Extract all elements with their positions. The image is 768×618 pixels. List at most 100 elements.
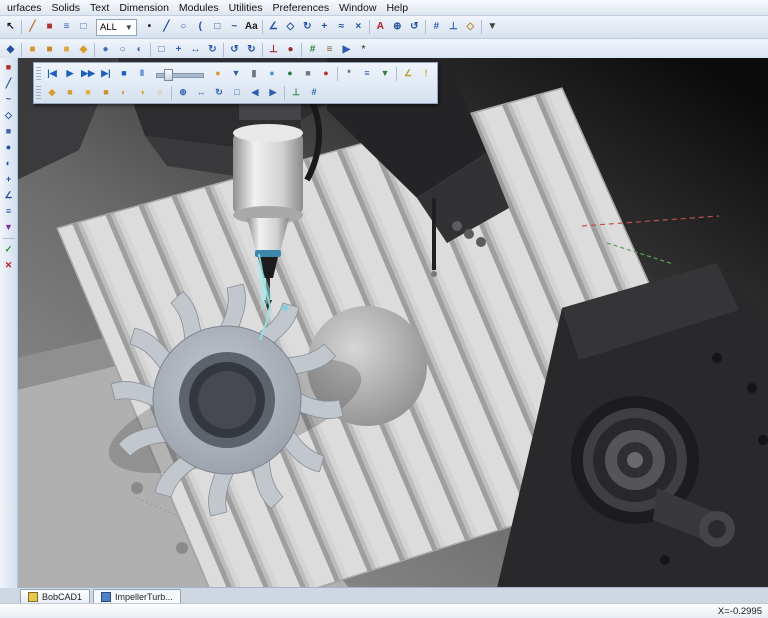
origin-button[interactable]: ● <box>282 42 299 59</box>
menu-item-window[interactable]: Window <box>334 2 381 14</box>
dimension-button[interactable]: ∠ <box>265 19 282 36</box>
view-side-button[interactable]: ■ <box>58 42 75 59</box>
curves-button[interactable]: ~ <box>1 92 16 107</box>
sketch-mode-button[interactable]: ╱ <box>1 76 16 91</box>
menu-item-modules[interactable]: Modules <box>174 2 224 14</box>
pause-button[interactable]: ‖ <box>133 66 151 82</box>
step-forward-button[interactable]: ▶| <box>97 66 115 82</box>
view-cube-button[interactable]: ◇ <box>462 19 479 36</box>
section-y-button[interactable]: ◑ <box>133 85 151 101</box>
rotate-3d-button[interactable]: ↻ <box>204 42 221 59</box>
drag-handle[interactable] <box>36 66 41 81</box>
transform-button[interactable]: + <box>1 172 16 187</box>
zoom-in-button[interactable]: ⊕ <box>389 19 406 36</box>
entity-filter-dropdown[interactable]: ALL ▼ <box>96 18 137 36</box>
iso-view-cube-button[interactable]: ◆ <box>43 85 61 101</box>
fast-forward-button[interactable]: ▶▶ <box>79 66 97 82</box>
wireframe-mode-button[interactable]: ○ <box>114 42 131 59</box>
color-swatch-button[interactable]: ■ <box>41 19 58 36</box>
rotate-button[interactable]: ↻ <box>299 19 316 36</box>
menu-item-dimension[interactable]: Dimension <box>114 2 174 14</box>
post-process-button[interactable]: ▶ <box>338 42 355 59</box>
shaded-mode-button[interactable]: ● <box>97 42 114 59</box>
cancel-button[interactable]: ✕ <box>1 258 16 273</box>
section-off-button[interactable]: ○ <box>151 85 169 101</box>
sim-pan-button[interactable]: ↔ <box>192 85 210 101</box>
zoom-fit-button[interactable]: □ <box>153 42 170 59</box>
play-button[interactable]: ▶ <box>61 66 79 82</box>
drag-handle[interactable] <box>36 85 41 100</box>
simulation-speed-slider[interactable] <box>156 68 204 81</box>
toolpath-button[interactable]: ▼ <box>1 220 16 235</box>
line-style-button[interactable]: ≡ <box>58 19 75 36</box>
line-button[interactable]: ╱ <box>158 19 175 36</box>
menu-item-help[interactable]: Help <box>381 2 413 14</box>
text-button[interactable]: Aa <box>243 19 260 36</box>
surfaces-button[interactable]: ◇ <box>1 108 16 123</box>
front-view-cube-button[interactable]: ■ <box>61 85 79 101</box>
mirror-button[interactable]: ◇ <box>282 19 299 36</box>
offset-button[interactable]: ≈ <box>333 19 350 36</box>
translate-button[interactable]: + <box>316 19 333 36</box>
sim-axes-button[interactable]: ⊥ <box>287 85 305 101</box>
next-operation-button[interactable]: ▶ <box>264 85 282 101</box>
stock-wizard-button[interactable]: # <box>304 42 321 59</box>
show-tool-button[interactable]: ▼ <box>227 66 245 82</box>
settings-gear-button[interactable]: * <box>355 42 372 59</box>
menu-item-surfaces[interactable]: urfaces <box>2 2 46 14</box>
machine-housing-button[interactable]: ■ <box>299 66 317 82</box>
select-arrow-button[interactable]: ↖ <box>2 19 19 36</box>
more-options-button[interactable]: ▼ <box>484 19 501 36</box>
zoom-window-button[interactable]: + <box>170 42 187 59</box>
side-view-cube-button[interactable]: ■ <box>97 85 115 101</box>
trim-button[interactable]: × <box>350 19 367 36</box>
layers-button[interactable]: □ <box>75 19 92 36</box>
workspace-button[interactable]: ■ <box>1 60 16 75</box>
section-x-button[interactable]: ◐ <box>115 85 133 101</box>
spline-button[interactable]: ~ <box>226 19 243 36</box>
machine-setup-button[interactable]: ≡ <box>321 42 338 59</box>
menu-item-text[interactable]: Text <box>85 2 114 14</box>
circle-button[interactable]: ○ <box>175 19 192 36</box>
snap-magnet-button[interactable]: A <box>372 19 389 36</box>
menu-item-preferences[interactable]: Preferences <box>267 2 334 14</box>
rotate-view-button[interactable]: ↺ <box>406 19 423 36</box>
ok-accept-button[interactable]: ✓ <box>1 242 16 257</box>
sim-settings-gear-button[interactable]: * <box>340 66 358 82</box>
hidden-line-button[interactable]: ◐ <box>131 42 148 59</box>
undo-button[interactable]: ↺ <box>226 42 243 59</box>
menu-item-utilities[interactable]: Utilities <box>224 2 268 14</box>
boolean-button[interactable]: ◐ <box>1 156 16 171</box>
save-stock-button[interactable]: ▼ <box>376 66 394 82</box>
layers-panel-button[interactable]: ≡ <box>1 204 16 219</box>
view-top-button[interactable]: ■ <box>24 42 41 59</box>
tab-bobcad1[interactable]: BobCAD1 <box>20 589 91 604</box>
sim-zoom-button[interactable]: ⊕ <box>174 85 192 101</box>
axes-button[interactable]: ⊥ <box>445 19 462 36</box>
collision-check-button[interactable]: ● <box>317 66 335 82</box>
view-iso-button[interactable]: ◆ <box>75 42 92 59</box>
menu-item-solids[interactable]: Solids <box>46 2 85 14</box>
go-to-start-button[interactable]: |◀ <box>43 66 61 82</box>
snap-settings-button[interactable]: ◆ <box>2 42 19 59</box>
rectangle-button[interactable]: □ <box>209 19 226 36</box>
view-front-button[interactable]: ■ <box>41 42 58 59</box>
stop-button[interactable]: ■ <box>115 66 133 82</box>
stock-display-button[interactable]: ● <box>263 66 281 82</box>
arc-button[interactable]: ( <box>192 19 209 36</box>
analyze-flash-button[interactable]: ! <box>417 66 435 82</box>
sim-fit-button[interactable]: □ <box>228 85 246 101</box>
ucs-button[interactable]: ⊥ <box>265 42 282 59</box>
top-view-cube-button[interactable]: ■ <box>79 85 97 101</box>
report-button[interactable]: ≡ <box>358 66 376 82</box>
measure-sim-button[interactable]: ∠ <box>399 66 417 82</box>
point-button[interactable]: • <box>141 19 158 36</box>
pan-button[interactable]: ↔ <box>187 42 204 59</box>
measure-button[interactable]: ∠ <box>1 188 16 203</box>
tab-impellerturb[interactable]: ImpellerTurb... <box>93 589 181 604</box>
viewport-3d[interactable]: |◀ ▶ ▶▶ ▶| ■ ‖ ● ▼ ▮ ● ● ■ ● * ≡ ▼ ∠! ◆ ■ ■ ■ ◐ ◑ ○ ⊕ ↔ ↻ □ ◀ ▶ ⊥ # <box>17 58 768 588</box>
sketch-pencil-button[interactable]: ╱ <box>24 19 41 36</box>
grid-button[interactable]: # <box>428 19 445 36</box>
show-holder-button[interactable]: ▮ <box>245 66 263 82</box>
sim-coords-button[interactable]: # <box>305 85 323 101</box>
